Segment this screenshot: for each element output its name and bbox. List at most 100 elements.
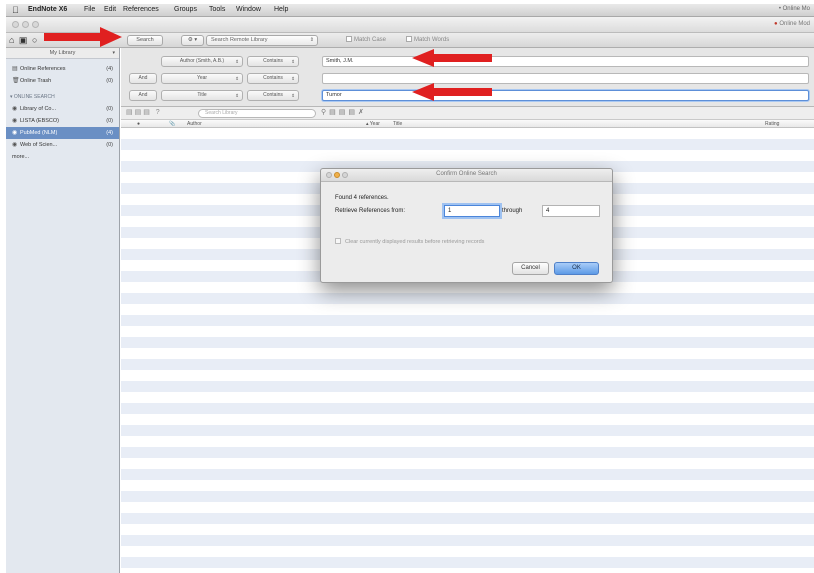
- checkbox-icon: [346, 36, 352, 42]
- globe-icon: ◉: [12, 118, 18, 124]
- zoom-window-icon[interactable]: [32, 21, 39, 28]
- globe-icon: ◉: [12, 106, 18, 112]
- checkbox-icon: [406, 36, 412, 42]
- search-field-value: Title: [197, 92, 207, 98]
- trash-icon: 🗑: [12, 78, 20, 84]
- match-case-checkbox[interactable]: Match Case: [346, 36, 386, 43]
- sidebar-item-count: (4): [106, 66, 113, 72]
- sidebar-group-online-search[interactable]: ▾ ONLINE SEARCH: [6, 91, 119, 103]
- clear-results-checkbox[interactable]: Clear currently displayed results before…: [335, 238, 484, 245]
- window-controls: [12, 21, 42, 30]
- menu-groups[interactable]: Groups: [174, 6, 197, 13]
- annotation-arrow-search: [44, 27, 122, 47]
- minimize-window-icon[interactable]: [22, 21, 29, 28]
- sidebar-item-label: Web of Scien...: [20, 142, 58, 148]
- search-field-select[interactable]: Year ⇕: [161, 73, 243, 84]
- sidebar-item-pubmed[interactable]: ◉ PubMed (NLM) (4): [6, 127, 119, 139]
- sidebar-item-label: PubMed (NLM): [20, 130, 58, 136]
- sidebar-item-count: (0): [106, 106, 113, 112]
- menu-app-name[interactable]: EndNote X6: [28, 6, 67, 13]
- through-label: through: [502, 208, 523, 214]
- library-mode-icons[interactable]: ⌂ ▣ ○: [9, 35, 38, 46]
- sidebar-item-web-of-science[interactable]: ◉ Web of Scien... (0): [6, 139, 119, 151]
- search-options-button[interactable]: ⚙ ▾: [181, 35, 204, 46]
- menu-file[interactable]: File: [84, 6, 95, 13]
- dialog-title-bar: Confirm Online Search: [321, 169, 612, 182]
- apple-menu-icon[interactable]: : [12, 5, 19, 15]
- chevron-updown-icon: ⇕: [291, 93, 295, 98]
- checkbox-icon: [335, 238, 341, 244]
- library-tool-icons[interactable]: ▤▤▤ ?: [126, 108, 162, 116]
- chevron-updown-icon: ⇕: [291, 76, 295, 81]
- search-scope-select[interactable]: Search Remote Library ⇕: [206, 35, 318, 46]
- search-scope-value: Search Remote Library: [211, 37, 268, 43]
- column-author[interactable]: Author: [187, 121, 202, 127]
- sidebar-item-count: (0): [106, 142, 113, 148]
- reference-list-header: ● 📎 Author ▴ Year Title Rating: [121, 120, 814, 128]
- search-value-input[interactable]: Tumor: [322, 90, 809, 101]
- column-read-status[interactable]: ●: [137, 121, 140, 127]
- search-operator-select[interactable]: Contains ⇕: [247, 73, 299, 84]
- sidebar-item-library-of-congress[interactable]: ◉ Library of Co... (0): [6, 103, 119, 115]
- quick-search-input[interactable]: Search Library: [198, 109, 316, 118]
- match-words-checkbox[interactable]: Match Words: [406, 36, 449, 43]
- menu-help[interactable]: Help: [274, 6, 288, 13]
- sidebar-item-count: (0): [106, 118, 113, 124]
- ok-button[interactable]: OK: [554, 262, 599, 275]
- sidebar-item-count: (0): [106, 78, 113, 84]
- sidebar-item-label: Online Trash: [20, 78, 52, 84]
- annotation-arrow-title: [412, 83, 492, 101]
- sidebar-item-label: LISTA (EBSCO): [20, 118, 60, 124]
- search-operator-select[interactable]: Contains ⇕: [247, 90, 299, 101]
- search-bool-value: And: [138, 92, 148, 98]
- confirm-online-search-dialog: Confirm Online Search Found 4 references…: [320, 168, 613, 283]
- endnote-window:  EndNote X6 File Edit References Groups…: [6, 4, 814, 573]
- search-bool-select[interactable]: And: [129, 73, 157, 84]
- menu-references[interactable]: References: [123, 6, 159, 13]
- match-words-label: Match Words: [414, 37, 450, 43]
- dialog-title: Confirm Online Search: [436, 171, 497, 177]
- sidebar-header[interactable]: My Library ▾: [6, 48, 119, 59]
- menu-window[interactable]: Window: [236, 6, 261, 13]
- online-references-icon: ▤: [12, 66, 18, 72]
- sidebar-item-label: Online References: [20, 66, 66, 72]
- menu-edit[interactable]: Edit: [104, 6, 116, 13]
- column-title[interactable]: Title: [393, 121, 402, 127]
- search-operator-select[interactable]: Contains ⇕: [247, 56, 299, 67]
- search-operator-value: Contains: [263, 92, 283, 98]
- sidebar-header-label: My Library: [49, 50, 76, 56]
- sidebar-item-online-trash[interactable]: 🗑Online Trash (0): [6, 75, 119, 87]
- sidebar-item-online-references[interactable]: ▤ Online References (4): [6, 63, 119, 75]
- globe-icon: ◉: [12, 130, 18, 136]
- sidebar-item-lista[interactable]: ◉ LISTA (EBSCO) (0): [6, 115, 119, 127]
- groups-sidebar: My Library ▾ ▤ Online References (4) 🗑Onl…: [6, 48, 120, 573]
- library-toolbar: ▤▤▤ ? Search Library ⚲▤▤▤✗: [121, 107, 814, 120]
- online-mode-label: Online Mod: [779, 21, 810, 27]
- retrieve-from-input[interactable]: 1: [444, 205, 500, 217]
- close-window-icon[interactable]: [12, 21, 19, 28]
- search-field-select[interactable]: Title ⇕: [161, 90, 243, 101]
- chevron-updown-icon: ⇕: [235, 76, 239, 81]
- menu-tools[interactable]: Tools: [209, 6, 225, 13]
- search-value-input[interactable]: Smith, J.M.: [322, 56, 809, 67]
- cancel-button[interactable]: Cancel: [512, 262, 549, 275]
- sidebar-more-link[interactable]: more...: [6, 151, 119, 163]
- chevron-updown-icon: ⇕: [291, 59, 295, 64]
- chevron-down-icon: ▾: [112, 50, 115, 56]
- reference-tool-icons[interactable]: ⚲▤▤▤✗: [321, 108, 367, 116]
- menu-bar:  EndNote X6 File Edit References Groups…: [6, 4, 814, 17]
- column-rating[interactable]: Rating: [765, 121, 779, 127]
- search-bool-select[interactable]: And: [129, 90, 157, 101]
- match-case-label: Match Case: [354, 37, 387, 43]
- column-attachment[interactable]: 📎: [169, 121, 175, 127]
- online-mode-link[interactable]: ● Online Mod: [774, 21, 810, 27]
- column-year[interactable]: ▴ Year: [366, 121, 380, 127]
- annotation-arrow-author: [412, 49, 492, 67]
- search-field-select[interactable]: Author (Smith, A.B.) ⇕: [161, 56, 243, 67]
- search-button[interactable]: Search: [127, 35, 163, 46]
- retrieve-to-input[interactable]: 4: [542, 205, 600, 217]
- search-value-input[interactable]: [322, 73, 809, 84]
- chevron-updown-icon: ⇕: [309, 37, 314, 43]
- menubar-status-text: • Online Mo: [778, 6, 810, 12]
- search-toolbar: ⌂ ▣ ○ Search ⚙ ▾ Search Remote Library ⇕…: [6, 33, 814, 48]
